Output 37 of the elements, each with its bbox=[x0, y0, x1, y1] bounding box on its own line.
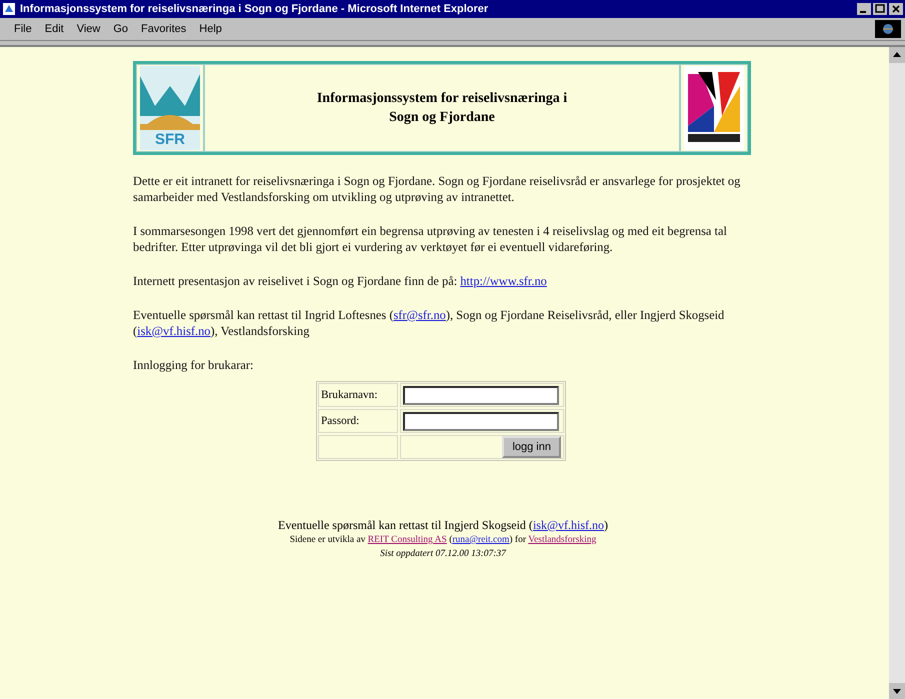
menu-item[interactable]: View bbox=[76, 23, 100, 35]
link[interactable]: http://www.sfr.no bbox=[460, 274, 547, 288]
paragraph: Eventuelle spørsmål kan rettast til Ingrid Loftesnes (sfr@sfr.no), Sogn og Fjordane Reiselivsråd, eller Ingjerd Skogseid (isk@vf.hisf.no), Vestlandsforsking bbox=[133, 307, 726, 339]
link[interactable]: Vestlandsforsking bbox=[528, 535, 596, 545]
landscape-logo: SFR bbox=[140, 66, 200, 150]
input-field[interactable] bbox=[403, 412, 559, 430]
link[interactable]: sfr@sfr.no bbox=[393, 308, 446, 322]
globe-icon bbox=[875, 20, 901, 38]
menu-item[interactable]: Edit bbox=[44, 23, 64, 35]
footer-text: Sist oppdatert 07.12.00 13:07:37 bbox=[380, 548, 506, 561]
paragraph: Innlogging for brukarar: bbox=[133, 357, 254, 373]
menu-item[interactable]: Favorites bbox=[141, 23, 186, 35]
footer-text: Sidene er utvikla av REIT Consulting AS (runa@reit.com) for Vestlandsforsking bbox=[290, 534, 596, 547]
menu-item[interactable]: Go bbox=[113, 23, 128, 35]
login-button[interactable]: logg inn bbox=[502, 436, 561, 458]
link[interactable]: isk@vf.hisf.no bbox=[532, 518, 604, 532]
link[interactable]: isk@vf.hisf.no bbox=[137, 324, 211, 338]
field-label: Brukarnavn: bbox=[318, 383, 398, 407]
scroll-up-icon[interactable] bbox=[889, 47, 905, 63]
minimize-icon[interactable] bbox=[857, 3, 871, 15]
scroll-down-icon[interactable] bbox=[889, 683, 905, 699]
link[interactable]: REIT Consulting AS bbox=[368, 535, 447, 545]
footer-text: Eventuelle spørsmål kan rettast til Ingjerd Skogseid (isk@vf.hisf.no) bbox=[278, 517, 608, 533]
scrollbar[interactable] bbox=[889, 47, 905, 699]
paragraph: I sommarsesongen 1998 vert det gjennomført ein begrensa utprøving av tenesten i 4 reiselivslag og med eit begrensa tal bedrifter. Etter utprøvinga vil det bli gjort ei vurdering av verktøyet før ei eventuell vidareføring. bbox=[133, 223, 728, 255]
menu-item[interactable]: Help bbox=[199, 23, 222, 35]
paragraph: Internett presentasjon av reiselivet i Sogn og Fjordane finn de på: http://www.sfr.no bbox=[133, 273, 548, 289]
close-icon[interactable] bbox=[889, 3, 903, 15]
field-label: Passord: bbox=[318, 409, 398, 433]
link[interactable]: runa@reit.com bbox=[452, 535, 510, 545]
maximize-icon[interactable] bbox=[873, 3, 887, 15]
window-title: Informasjonssystem for reiselivsnæringa i Sogn og Fjordane - Microsoft Internet Explorer bbox=[20, 3, 490, 15]
paragraph: Dette er eit intranett for reiselivsnæringa i Sogn og Fjordane. Sogn og Fjordane reiselivsråd er ansvarlege for prosjektet og samarbeider med Vestlandsforsking om utvikling og utprøving av intranettet. bbox=[133, 173, 742, 205]
menu-item[interactable]: File bbox=[14, 23, 32, 35]
input-field[interactable] bbox=[403, 386, 559, 404]
page-title: Informasjonssystem for reiselivsnæringa i Sogn og Fjordane bbox=[204, 64, 680, 152]
page-icon bbox=[2, 2, 16, 16]
